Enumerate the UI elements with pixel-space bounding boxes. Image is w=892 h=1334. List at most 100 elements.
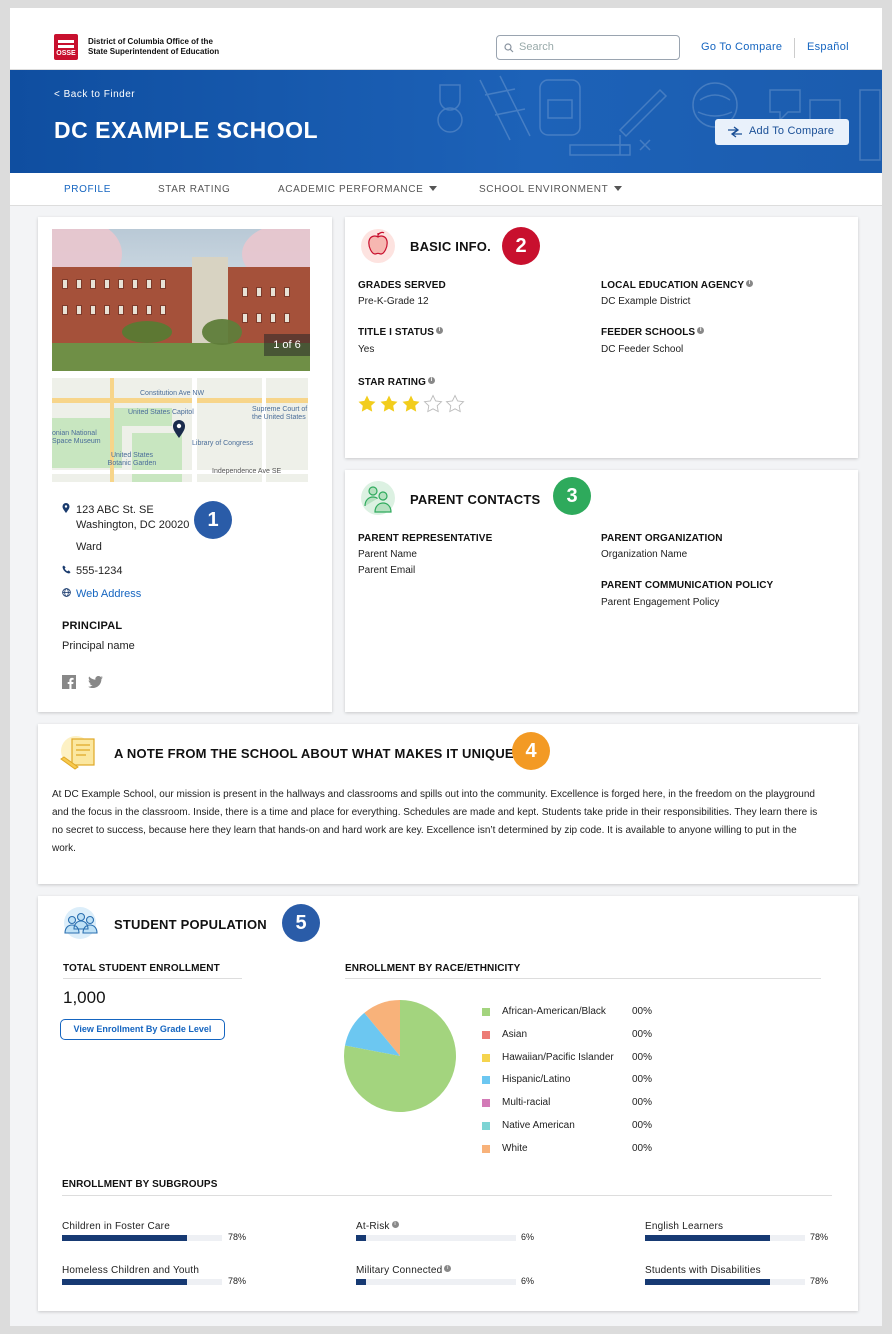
legend-label: Hispanic/Latino <box>502 1074 571 1086</box>
legend-swatch <box>482 1008 490 1016</box>
legend-label: Native American <box>502 1120 575 1131</box>
address-line-1: 123 ABC St. SE <box>76 504 154 516</box>
feeder-school-link[interactable]: DC Feeder School <box>601 344 683 355</box>
total-enrollment-label: TOTAL STUDENT ENROLLMENT <box>63 963 220 974</box>
tab-school-environment[interactable]: SCHOOL ENVIRONMENT <box>479 184 623 195</box>
search-placeholder: Search <box>519 41 554 53</box>
parent-email-link[interactable]: Parent Email <box>358 565 415 576</box>
location-pin-icon <box>62 503 70 513</box>
osse-logo[interactable]: OSSE <box>54 34 78 60</box>
parent-contacts-title: PARENT CONTACTS <box>410 492 541 507</box>
legend-swatch <box>482 1053 490 1062</box>
twitter-icon[interactable] <box>88 676 103 688</box>
org-line-1: District of Columbia Office of the <box>88 37 213 46</box>
feeder-schools-label: FEEDER SCHOOLS i <box>601 327 705 338</box>
map-label: Constitution Ave NW <box>140 390 205 397</box>
callout-badge-2: 2 <box>502 227 540 265</box>
map-label: onian National Space Museum <box>52 430 101 445</box>
legend-value: 00% <box>632 1074 653 1086</box>
org-line-2: State Superintendent of Education <box>88 47 220 56</box>
info-icon[interactable]: i <box>746 280 754 287</box>
search-icon <box>504 43 514 53</box>
legend-value: 00% <box>632 1120 653 1131</box>
legend-value: 00% <box>632 1142 653 1154</box>
divider <box>62 1195 832 1196</box>
map-label: United States Capitol <box>128 409 194 416</box>
logo-text: OSSE <box>56 50 76 57</box>
caret-down-icon <box>429 186 438 191</box>
subgroups-label: ENROLLMENT BY SUBGROUPS <box>62 1179 218 1190</box>
lea-link[interactable]: DC Example District <box>601 296 690 307</box>
ward: Ward <box>76 541 102 553</box>
info-icon[interactable]: i <box>697 327 705 334</box>
star-filled-icon <box>358 395 376 412</box>
parent-policy-label: PARENT COMMUNICATION POLICY <box>601 580 774 591</box>
add-to-compare-button[interactable]: Add To Compare <box>715 119 849 145</box>
map-label: Library of Congress <box>192 440 254 447</box>
school-address: 123 ABC St. SE Washington, DC 20020 <box>76 503 189 533</box>
student-population-title: STUDENT POPULATION <box>114 917 267 932</box>
globe-icon <box>62 588 71 597</box>
school-name: DC EXAMPLE SCHOOL <box>54 117 319 143</box>
star-rating-label: STAR RATING i <box>358 377 435 388</box>
back-to-finder-link[interactable]: < Back to Finder <box>54 89 135 100</box>
star-label-text: STAR RATING <box>358 377 426 388</box>
legend-label: Hawaiian/Pacific Islander <box>502 1051 614 1063</box>
legend-value: 00% <box>632 1028 653 1040</box>
web-address-link[interactable]: Web Address <box>76 588 141 600</box>
race-pie-chart[interactable] <box>340 996 460 1116</box>
legend-label: Asian <box>502 1028 528 1040</box>
note-icon <box>60 736 95 770</box>
star-filled-icon <box>380 395 398 412</box>
race-enrollment-label: ENROLLMENT BY RACE/ETHNICITY <box>345 963 521 974</box>
divider <box>63 978 242 979</box>
page-frame: OSSE District of Columbia Office of the S… <box>10 8 882 1326</box>
legend-label: Multi-racial <box>502 1097 551 1109</box>
phone-number[interactable]: 555-1234 <box>76 565 123 577</box>
phone-icon <box>62 565 71 574</box>
facebook-icon[interactable] <box>62 675 76 689</box>
org-name: District of Columbia Office of the State … <box>88 37 248 57</box>
star-filled-icon <box>402 395 420 412</box>
parent-policy-link[interactable]: Parent Engagement Policy <box>601 597 719 608</box>
language-link[interactable]: Español <box>807 41 849 53</box>
callout-badge-4: 4 <box>512 732 550 770</box>
info-icon[interactable]: i <box>427 377 435 384</box>
school-map[interactable]: Constitution Ave NW United States Capito… <box>52 378 308 482</box>
title-i-label: TITLE I STATUS i <box>358 327 444 338</box>
students-icon <box>64 907 98 939</box>
info-icon[interactable]: i <box>436 327 444 334</box>
tab-star-rating[interactable]: STAR RATING <box>158 184 230 195</box>
grades-served-value: Pre-K-Grade 12 <box>358 296 429 307</box>
tab-bar <box>10 173 882 206</box>
tab-profile[interactable]: PROFILE <box>64 184 111 195</box>
school-note-title: A NOTE FROM THE SCHOOL ABOUT WHAT MAKES … <box>114 746 514 761</box>
legend-swatch <box>482 1122 490 1130</box>
title-i-value: Yes <box>358 344 375 355</box>
add-to-compare-label: Add To Compare <box>749 125 835 137</box>
lea-label-text: LOCAL EDUCATION AGENCY <box>601 280 745 291</box>
legend-label: White <box>502 1142 528 1154</box>
apple-icon <box>361 229 395 263</box>
callout-badge-5: 5 <box>282 904 320 942</box>
photo-counter: 1 of 6 <box>264 334 310 356</box>
principal-heading: PRINCIPAL <box>62 620 123 632</box>
divider <box>345 978 821 979</box>
map-label: Supreme Court of the United States <box>252 406 308 421</box>
grades-served-label: GRADES SERVED <box>358 280 446 291</box>
parent-org-link[interactable]: Organization Name <box>601 549 687 560</box>
go-to-compare-link[interactable]: Go To Compare <box>701 41 782 53</box>
legend-swatch <box>482 1099 490 1108</box>
search-input[interactable]: Search <box>496 35 680 60</box>
parent-rep-label: PARENT REPRESENTATIVE <box>358 533 493 544</box>
star-rating[interactable] <box>357 394 477 414</box>
legend-value: 00% <box>632 1051 653 1063</box>
legend-swatch <box>482 1076 490 1085</box>
compare-arrows-icon <box>728 126 742 138</box>
feeder-label-text: FEEDER SCHOOLS <box>601 327 696 338</box>
tab-academic-performance[interactable]: ACADEMIC PERFORMANCE <box>278 184 438 195</box>
race-legend: African-American/Black 00% Asian 00% Hawaiia… <box>480 996 690 1156</box>
total-enrollment-value: 1,000 <box>63 988 106 1007</box>
view-enrollment-by-grade-button[interactable]: View Enrollment By Grade Level <box>60 1019 225 1040</box>
header-divider <box>794 38 795 58</box>
